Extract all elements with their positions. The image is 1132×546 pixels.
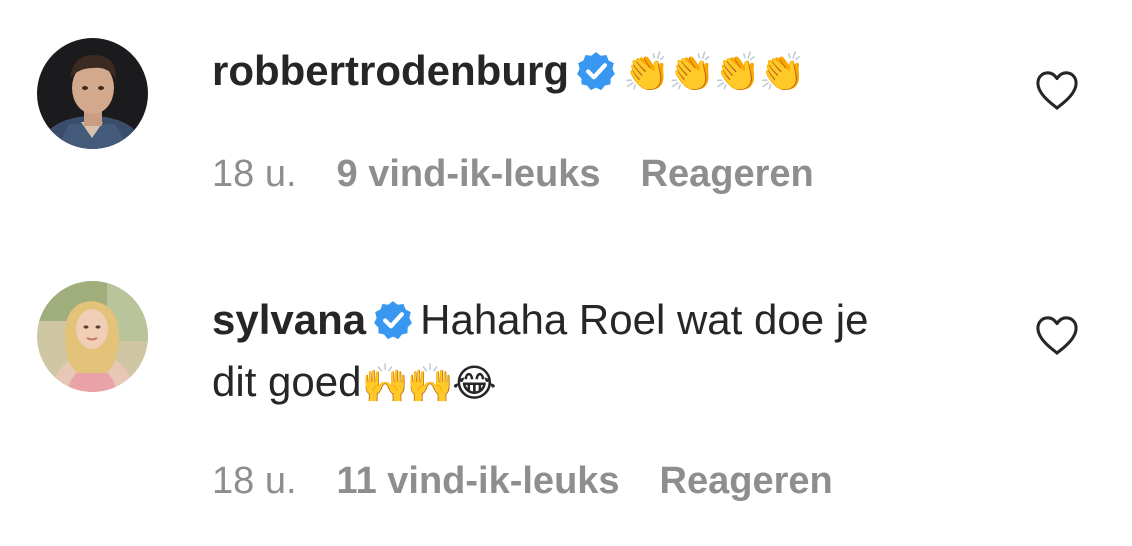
comment-timestamp[interactable]: 18 u. (212, 460, 297, 503)
raising-hands-emoji: 🙌🙌😂 (361, 361, 496, 405)
verified-badge-icon (575, 50, 617, 92)
like-count-button[interactable]: 9 vind-ik-leuks (337, 153, 601, 196)
username-link[interactable]: robbertrodenburg (212, 47, 569, 94)
comment-timestamp[interactable]: 18 u. (212, 153, 297, 196)
comment-text-line: sylvana Hahaha Roel wat doe je (212, 289, 972, 351)
avatar-robbertrodenburg[interactable] (37, 38, 148, 149)
clapping-hands-emoji: 👏👏👏👏 (622, 50, 806, 94)
avatar-sylvana[interactable] (37, 281, 148, 392)
comment-text: dit goed (212, 358, 362, 405)
comment-item: sylvana Hahaha Roel wat doe je dit goed🙌… (0, 260, 1132, 546)
comment-item: robbertrodenburg 👏👏👏👏 18 u. 9 vind-ik-leu… (0, 0, 1132, 240)
comment-text-line: dit goed🙌🙌😂 (212, 351, 972, 414)
reply-button[interactable]: Reageren (641, 153, 814, 196)
heart-outline-icon[interactable] (1034, 69, 1080, 111)
username-link[interactable]: sylvana (212, 296, 366, 343)
verified-badge-icon (372, 299, 414, 341)
comment-list: robbertrodenburg 👏👏👏👏 18 u. 9 vind-ik-leu… (0, 0, 1132, 546)
comment-meta: 18 u. 9 vind-ik-leuks Reageren (212, 153, 814, 196)
like-count-button[interactable]: 11 vind-ik-leuks (337, 460, 620, 503)
heart-outline-icon[interactable] (1034, 314, 1080, 356)
comment-text: Hahaha Roel wat doe je (420, 296, 869, 343)
comment-meta: 18 u. 11 vind-ik-leuks Reageren (212, 460, 833, 503)
comment-body: sylvana Hahaha Roel wat doe je dit goed🙌… (212, 289, 972, 414)
comment-text-line: robbertrodenburg 👏👏👏👏 (212, 40, 972, 103)
comment-body: robbertrodenburg 👏👏👏👏 (212, 40, 972, 103)
reply-button[interactable]: Reageren (660, 460, 833, 503)
